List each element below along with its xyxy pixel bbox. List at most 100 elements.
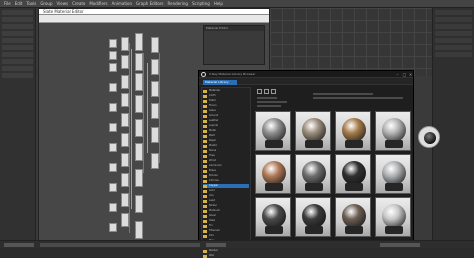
- material-node[interactable]: [121, 173, 129, 187]
- tree-row[interactable]: Nickel: [203, 204, 249, 208]
- tab-material-library[interactable]: Material Library: [203, 80, 237, 85]
- sidebar-item[interactable]: [2, 10, 33, 15]
- tree-row[interactable]: Materials: [203, 89, 249, 93]
- panel-item[interactable]: [435, 45, 472, 50]
- menu-item[interactable]: Create: [72, 0, 85, 8]
- menu-item[interactable]: Rendering: [168, 0, 188, 8]
- material-node[interactable]: [151, 81, 159, 97]
- material-node[interactable]: [109, 183, 117, 192]
- tree-row[interactable]: Paper: [203, 139, 249, 143]
- material-node[interactable]: [121, 93, 129, 107]
- material-node[interactable]: [121, 37, 129, 51]
- sidebar-item[interactable]: [2, 59, 33, 64]
- sidebar-item[interactable]: [2, 17, 33, 22]
- material-node[interactable]: [135, 195, 143, 213]
- material-tile[interactable]: [295, 111, 331, 151]
- close-icon[interactable]: ×: [408, 72, 413, 77]
- material-node[interactable]: [121, 55, 129, 69]
- material-node[interactable]: [109, 39, 117, 48]
- material-tile[interactable]: [255, 197, 291, 237]
- tree-row[interactable]: Brass: [203, 169, 249, 173]
- panel-item[interactable]: [435, 10, 472, 15]
- material-node[interactable]: [109, 203, 117, 212]
- material-tile[interactable]: [295, 197, 331, 237]
- sidebar-item[interactable]: [2, 73, 33, 78]
- sidebar-item[interactable]: [2, 45, 33, 50]
- menu-item[interactable]: Group: [40, 0, 52, 8]
- tree-row[interactable]: Glass: [203, 109, 249, 113]
- details-view-icon[interactable]: [271, 89, 276, 94]
- timeline[interactable]: [40, 243, 200, 247]
- menu-item[interactable]: Edit: [15, 0, 23, 8]
- maximize-icon[interactable]: □: [402, 72, 407, 77]
- panel-item[interactable]: [435, 52, 472, 57]
- material-node[interactable]: [151, 153, 159, 169]
- material-node[interactable]: [151, 103, 159, 119]
- tree-row[interactable]: Bronze: [203, 174, 249, 178]
- material-node[interactable]: [121, 113, 129, 127]
- material-node[interactable]: [135, 221, 143, 239]
- sidebar-item[interactable]: [2, 66, 33, 71]
- tree-row[interactable]: Fabric: [203, 99, 249, 103]
- material-node[interactable]: [135, 119, 143, 137]
- tree-row[interactable]: Stone: [203, 149, 249, 153]
- menu-item[interactable]: Help: [214, 0, 223, 8]
- material-node[interactable]: [135, 53, 143, 71]
- list-view-icon[interactable]: [264, 89, 269, 94]
- material-node[interactable]: [135, 33, 143, 51]
- tree-row[interactable]: Aluminum: [203, 164, 249, 168]
- tree-row[interactable]: Silver: [203, 214, 249, 218]
- tree-row[interactable]: Titanium: [203, 229, 249, 233]
- tree-row[interactable]: Cloth: [203, 94, 249, 98]
- material-node[interactable]: [135, 169, 143, 187]
- tree-row[interactable]: Tin: [203, 224, 249, 228]
- material-node[interactable]: [135, 143, 143, 161]
- material-tile[interactable]: [375, 111, 411, 151]
- material-tile[interactable]: [335, 197, 371, 237]
- menu-item[interactable]: Modifiers: [89, 0, 107, 8]
- material-tile[interactable]: [255, 154, 291, 194]
- material-node[interactable]: [151, 127, 159, 143]
- grid-view-icon[interactable]: [257, 89, 262, 94]
- material-node[interactable]: [109, 103, 117, 112]
- menu-item[interactable]: Scripting: [192, 0, 210, 8]
- material-node[interactable]: [109, 51, 117, 60]
- tree-row[interactable]: Wood: [203, 159, 249, 163]
- material-node[interactable]: [109, 223, 117, 232]
- menu-item[interactable]: Views: [57, 0, 69, 8]
- material-tile[interactable]: [255, 111, 291, 151]
- menu-item[interactable]: Graph Editors: [136, 0, 163, 8]
- material-node[interactable]: [109, 143, 117, 152]
- tree-row[interactable]: Steel: [203, 219, 249, 223]
- material-tile[interactable]: [375, 197, 411, 237]
- tree-row[interactable]: Gold: [203, 189, 249, 193]
- material-node[interactable]: [151, 59, 159, 75]
- material-node[interactable]: [109, 63, 117, 72]
- menu-item[interactable]: Tools: [26, 0, 36, 8]
- material-node[interactable]: [135, 95, 143, 113]
- panel-item[interactable]: [435, 17, 472, 22]
- sidebar-item[interactable]: [2, 31, 33, 36]
- sidebar-item[interactable]: [2, 38, 33, 43]
- tree-row[interactable]: Copper: [203, 184, 249, 188]
- material-tile[interactable]: [335, 154, 371, 194]
- tree-row[interactable]: Platinum: [203, 209, 249, 213]
- menu-item[interactable]: Animation: [112, 0, 132, 8]
- tree-row[interactable]: Liquids: [203, 124, 249, 128]
- panel-item[interactable]: [435, 38, 472, 43]
- material-node[interactable]: [121, 153, 129, 167]
- material-node[interactable]: [135, 73, 143, 91]
- material-node[interactable]: [151, 37, 159, 53]
- tree-row[interactable]: Chrome: [203, 179, 249, 183]
- material-node[interactable]: [121, 133, 129, 147]
- node-editor-toolbar[interactable]: [39, 15, 269, 23]
- minimize-icon[interactable]: –: [395, 72, 400, 77]
- tree-row[interactable]: Leather: [203, 119, 249, 123]
- sidebar-item[interactable]: [2, 52, 33, 57]
- material-node[interactable]: [121, 75, 129, 89]
- tree-row[interactable]: Paint: [203, 134, 249, 138]
- tree-row[interactable]: Wax: [203, 254, 249, 258]
- material-node[interactable]: [109, 123, 117, 132]
- material-tile[interactable]: [375, 154, 411, 194]
- tree-row[interactable]: Plastic: [203, 144, 249, 148]
